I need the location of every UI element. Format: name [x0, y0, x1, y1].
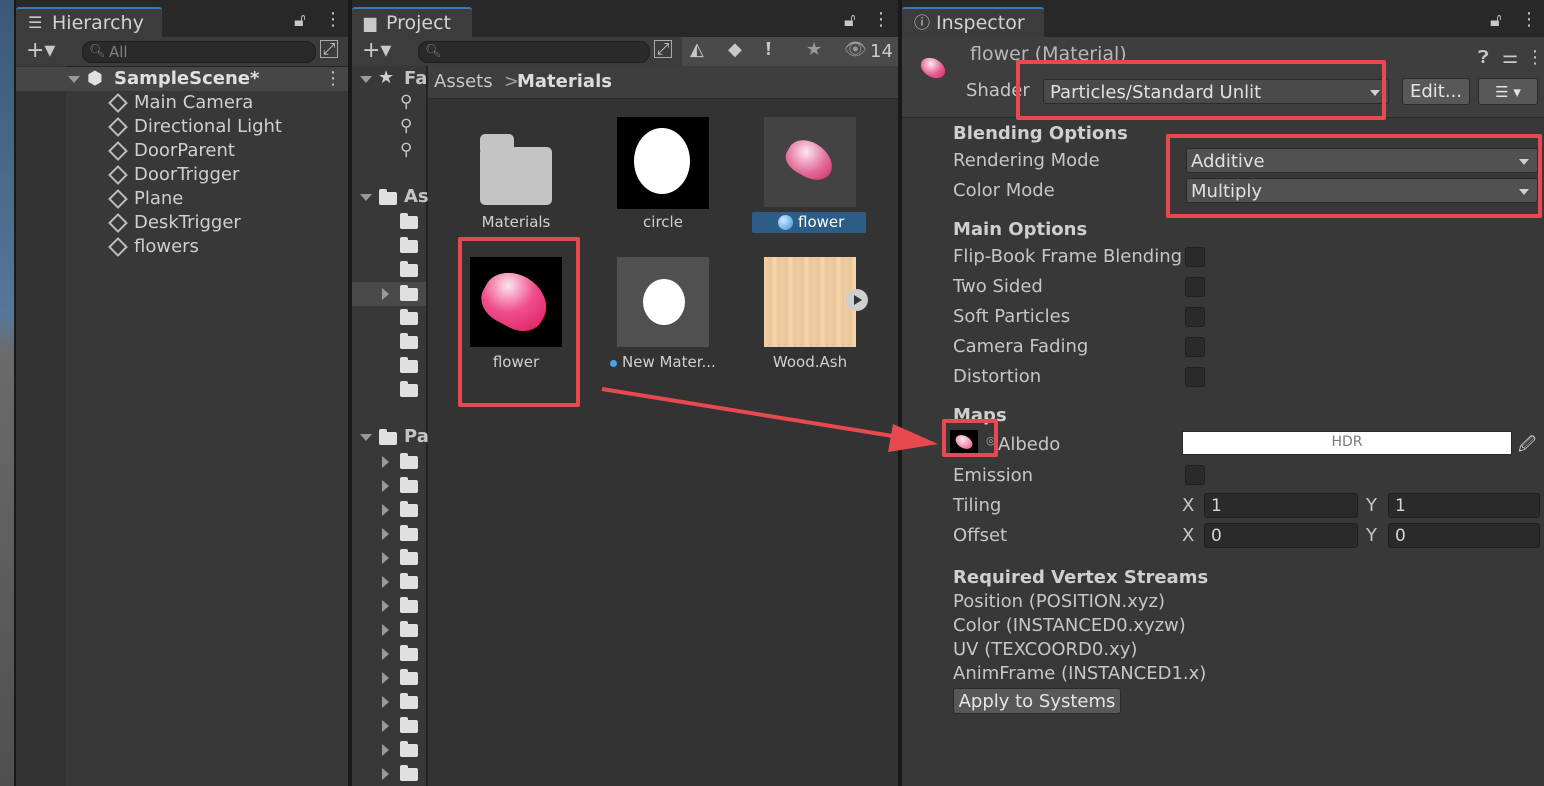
- arrow-head: [888, 424, 938, 452]
- annotation-arrow: [601, 387, 938, 452]
- arrow-line: [601, 387, 906, 440]
